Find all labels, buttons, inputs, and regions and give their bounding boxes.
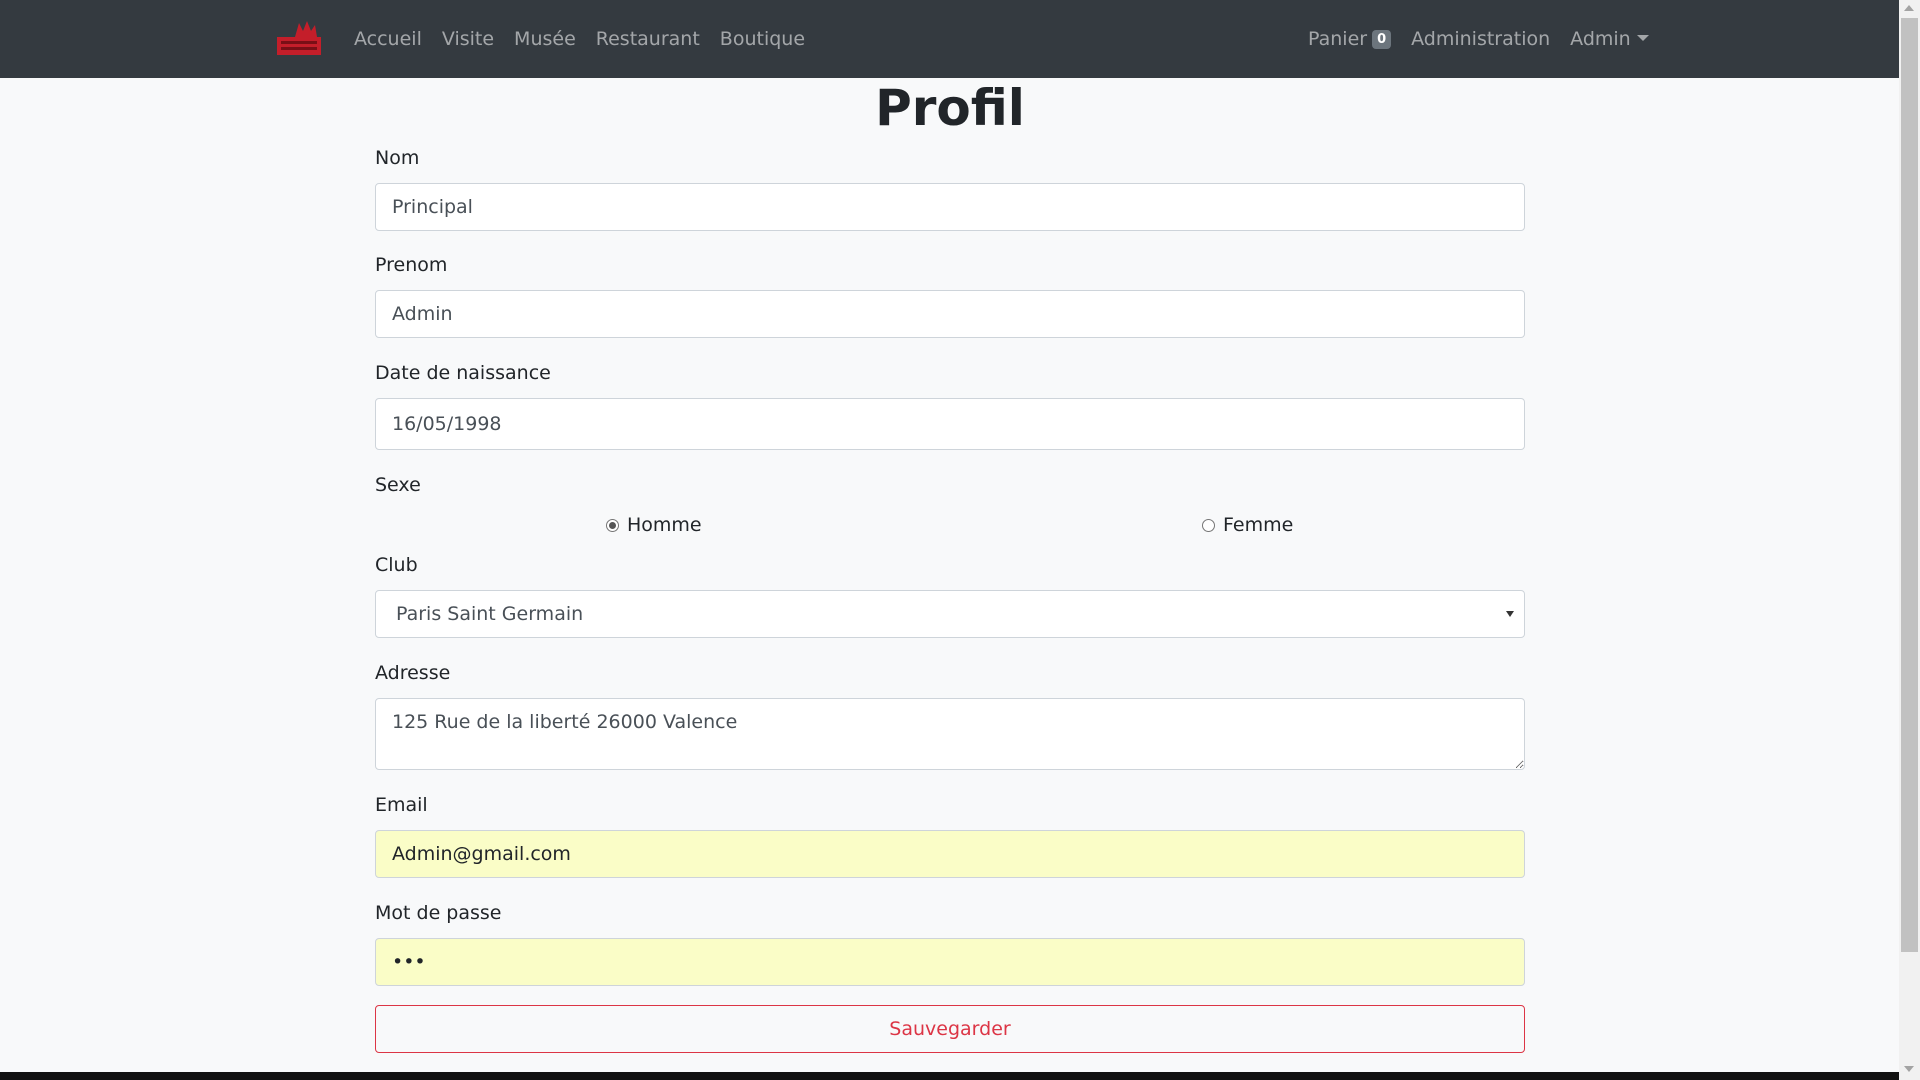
club-label: Club bbox=[375, 554, 418, 576]
navbar: Accueil Visite Musée Restaurant Boutique… bbox=[0, 0, 1899, 78]
femme-radio[interactable] bbox=[1202, 518, 1215, 532]
homme-radio[interactable] bbox=[606, 518, 619, 532]
password-label: Mot de passe bbox=[375, 902, 502, 924]
nav-link-restaurant[interactable]: Restaurant bbox=[596, 28, 700, 50]
prenom-label: Prenom bbox=[375, 254, 448, 276]
adresse-field[interactable]: 125 Rue de la liberté 26000 Valence bbox=[375, 698, 1525, 770]
nav-link-boutique[interactable]: Boutique bbox=[720, 28, 805, 50]
sexe-option-femme[interactable]: Femme bbox=[1202, 514, 1293, 536]
dropdown-arrow-icon bbox=[1506, 611, 1514, 617]
adresse-label: Adresse bbox=[375, 662, 451, 684]
email-label: Email bbox=[375, 794, 428, 816]
page-scrollbar[interactable] bbox=[1899, 0, 1920, 1080]
nav-link-accueil[interactable]: Accueil bbox=[354, 28, 422, 50]
sexe-label: Sexe bbox=[375, 474, 421, 496]
main-nav: Accueil Visite Musée Restaurant Boutique bbox=[354, 0, 825, 78]
club-select[interactable]: Paris Saint Germain bbox=[375, 590, 1525, 638]
nom-label: Nom bbox=[375, 147, 420, 169]
user-nav: Panier 0 Administration Admin bbox=[1308, 0, 1669, 78]
sexe-option-homme[interactable]: Homme bbox=[606, 514, 702, 536]
administration-link[interactable]: Administration bbox=[1411, 28, 1550, 50]
cart-label: Panier bbox=[1308, 28, 1368, 50]
cart-link[interactable]: Panier 0 bbox=[1308, 28, 1392, 50]
bottom-edge bbox=[0, 1072, 1899, 1080]
save-button[interactable]: Sauvegarder bbox=[375, 1005, 1525, 1053]
page-title: Profil bbox=[875, 79, 1025, 137]
nav-link-musee[interactable]: Musée bbox=[514, 28, 576, 50]
nom-field[interactable] bbox=[375, 183, 1525, 231]
femme-label: Femme bbox=[1223, 514, 1294, 536]
nav-link-visite[interactable]: Visite bbox=[442, 28, 494, 50]
user-menu-dropdown[interactable]: Admin bbox=[1570, 28, 1649, 50]
scrollbar-thumb[interactable] bbox=[1901, 18, 1918, 952]
cart-count-badge: 0 bbox=[1372, 30, 1392, 49]
prenom-field[interactable] bbox=[375, 290, 1525, 338]
scroll-up-icon[interactable] bbox=[1904, 5, 1914, 11]
club-selected-value: Paris Saint Germain bbox=[396, 603, 584, 625]
homme-label: Homme bbox=[627, 514, 702, 536]
birthdate-field[interactable] bbox=[375, 398, 1525, 450]
scroll-down-icon[interactable] bbox=[1904, 1066, 1914, 1072]
club-logo-icon[interactable] bbox=[275, 19, 323, 57]
user-menu-label: Admin bbox=[1570, 28, 1631, 50]
email-field[interactable] bbox=[375, 830, 1525, 878]
naissance-label: Date de naissance bbox=[375, 362, 551, 384]
caret-down-icon bbox=[1636, 35, 1649, 41]
password-field[interactable] bbox=[375, 938, 1525, 986]
